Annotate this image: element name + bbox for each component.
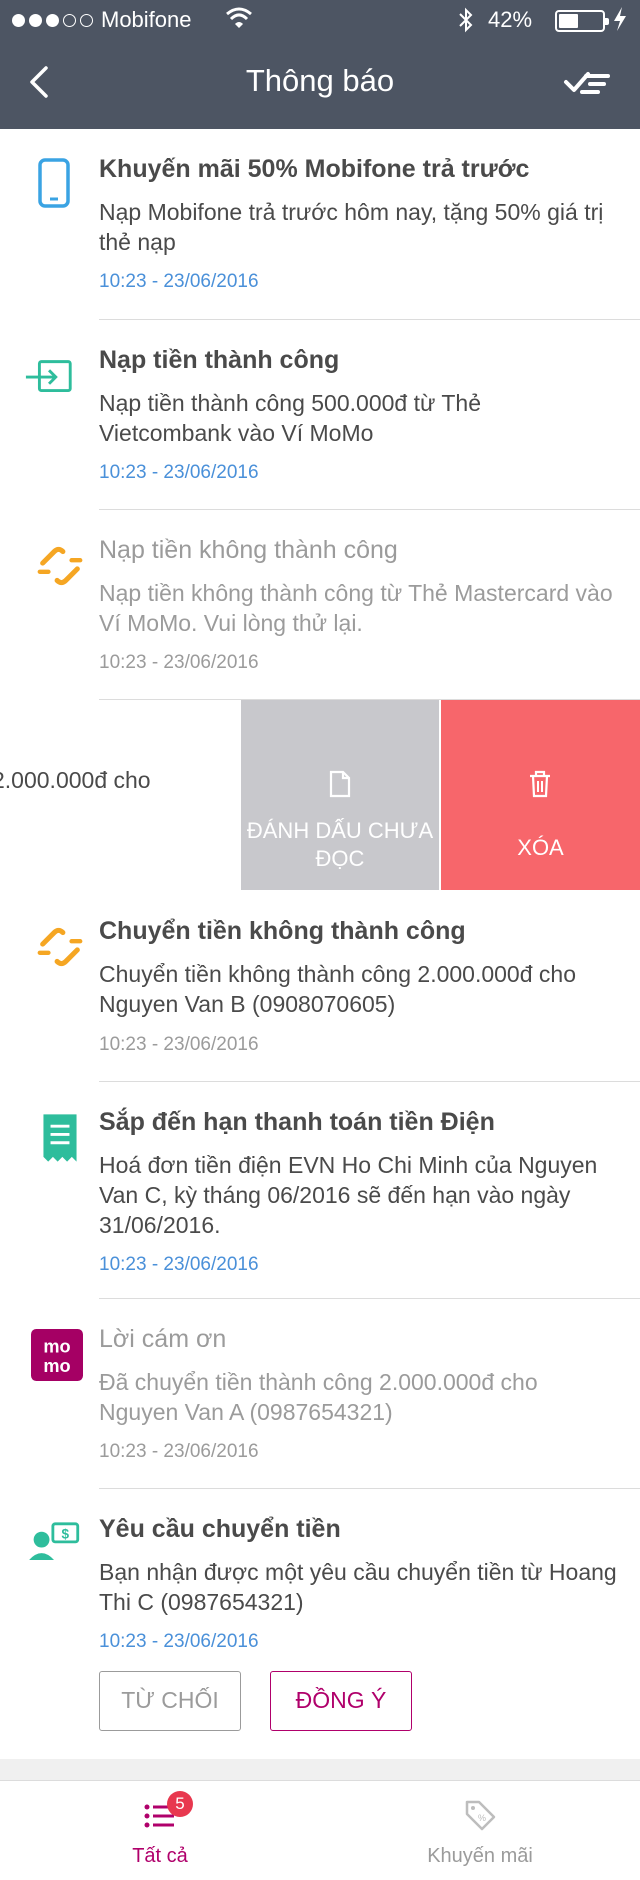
mark-unread-button[interactable]: ĐÁNH DẤU CHƯA ĐỌC (241, 700, 439, 890)
notification-title: Lời cám ơn (99, 1325, 227, 1353)
notification-time: 10:23 - 23/06/2016 (99, 271, 259, 292)
notification-item[interactable]: Nạp tiền không thành công Nạp tiền không… (0, 510, 640, 700)
notification-time: 10:23 - 23/06/2016 (99, 652, 259, 673)
notification-item[interactable]: $ Yêu cầu chuyển tiền Bạn nhận được một … (0, 1489, 640, 1759)
notification-time: 10:23 - 23/06/2016 (99, 1254, 259, 1275)
delete-button[interactable]: XÓA (441, 700, 640, 890)
unread-count-badge: 5 (167, 1791, 193, 1817)
broken-link-icon (37, 927, 83, 967)
notification-body: Đã chuyển tiền thành công 2.000.000đ cho… (99, 1369, 538, 1425)
page-title: Thông báo (245, 63, 395, 98)
phone-icon (38, 158, 70, 208)
notification-body: Nạp tiền không thành công từ Thẻ Masterc… (99, 580, 613, 636)
swiped-notification-item[interactable]: 2.000.000đ cho ĐÁNH DẤU CHƯA ĐỌC XÓA (0, 700, 640, 891)
money-request-icon: $ (29, 1522, 80, 1560)
notification-item[interactable]: Chuyển tiền không thành công Chuyển tiền… (0, 891, 640, 1082)
notification-title: Chuyển tiền không thành công (99, 917, 466, 945)
card-transfer-icon (25, 360, 72, 392)
discount-tag-icon: % (465, 1800, 496, 1831)
notification-body: Chuyển tiền không thành công 2.000.000đ … (99, 961, 576, 1017)
battery-percent: 42% (488, 7, 533, 32)
svg-text:mo: mo (43, 1336, 70, 1356)
momo-logo-icon: mo mo (31, 1329, 83, 1381)
svg-text:$: $ (62, 1526, 70, 1541)
broken-link-icon (37, 546, 83, 586)
carrier-name: Mobifone (101, 7, 192, 32)
notification-body: Hoá đơn tiền điện EVN Ho Chi Minh của Ng… (99, 1152, 598, 1238)
notification-time: 10:23 - 23/06/2016 (99, 1441, 259, 1462)
notification-title: Khuyến mãi 50% Mobifone trả trước (99, 155, 530, 183)
notification-item[interactable]: Khuyến mãi 50% Mobifone trả trước Nạp Mo… (0, 129, 640, 320)
mark-unread-label: ĐÁNH DẤU CHƯA ĐỌC (246, 818, 434, 871)
notification-time: 10:23 - 23/06/2016 (99, 1034, 259, 1055)
document-icon (329, 770, 351, 798)
notification-title: Nạp tiền không thành công (99, 536, 398, 564)
signal-strength-icon (12, 13, 93, 27)
tab-promotions-label: Khuyến mãi (427, 1845, 533, 1867)
notification-time: 10:23 - 23/06/2016 (99, 1631, 259, 1652)
wifi-icon (226, 7, 252, 28)
bluetooth-icon (459, 7, 473, 33)
notification-body: Nạp tiền thành công 500.000đ từ Thẻ Viet… (99, 390, 481, 446)
receipt-icon (43, 1114, 77, 1162)
request-actions: TỪ CHỐI ĐỒNG Ý (0, 1671, 640, 1731)
swiped-partial-text: 2.000.000đ cho (0, 767, 151, 793)
notification-body: Bạn nhận được một yêu cầu chuyển tiền từ… (99, 1559, 617, 1615)
tab-bar: 5 Tất cả % Khuyến mãi (0, 1781, 640, 1880)
notification-title: Sắp đến hạn thanh toán tiền Điện (99, 1108, 495, 1136)
trash-icon (530, 770, 550, 798)
charging-icon (614, 7, 626, 31)
notification-item[interactable]: Nạp tiền thành công Nạp tiền thành công … (0, 320, 640, 510)
reject-button[interactable]: TỪ CHỐI (99, 1671, 241, 1731)
notification-time: 10:23 - 23/06/2016 (99, 462, 259, 483)
notification-title: Yêu cầu chuyển tiền (99, 1515, 341, 1543)
svg-text:%: % (478, 1813, 486, 1823)
svg-text:mo: mo (43, 1356, 70, 1376)
battery-icon (555, 10, 609, 32)
carrier-info: Mobifone (12, 7, 192, 33)
notification-title: Nạp tiền thành công (99, 346, 340, 374)
delete-label: XÓA (517, 835, 564, 860)
list-footer-spacer (0, 1759, 640, 1781)
accept-button[interactable]: ĐỒNG Ý (270, 1671, 412, 1731)
tab-all-label: Tất cả (132, 1845, 188, 1867)
tab-promotions[interactable]: % Khuyến mãi (320, 1781, 640, 1880)
status-bar: Mobifone 42% (0, 0, 640, 40)
notification-item[interactable]: Sắp đến hạn thanh toán tiền Điện Hoá đơn… (0, 1082, 640, 1299)
notification-body: Nạp Mobifone trả trước hôm nay, tặng 50%… (99, 199, 604, 255)
notification-item[interactable]: mo mo Lời cám ơn Đã chuyển tiền thành cô… (0, 1299, 640, 1489)
tab-all[interactable]: 5 Tất cả (0, 1781, 320, 1880)
mark-all-read-icon[interactable] (562, 66, 612, 98)
app-header: Mobifone 42% Thông báo (0, 0, 640, 129)
